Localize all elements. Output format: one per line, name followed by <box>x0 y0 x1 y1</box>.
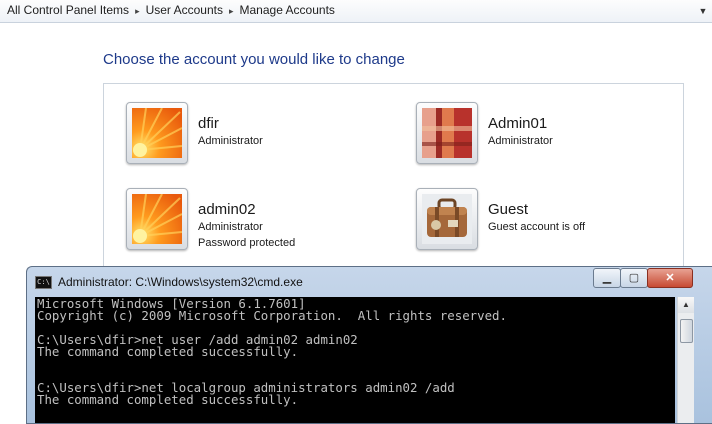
account-name: Admin01 <box>488 115 548 132</box>
accounts-panel: dfir Administrator Admin01 Administrator <box>103 83 684 285</box>
account-name: dfir <box>198 115 219 132</box>
red-fabric-icon <box>422 108 472 158</box>
account-admin01[interactable]: Admin01 Administrator <box>416 102 686 164</box>
account-dfir[interactable]: dfir Administrator <box>126 102 396 164</box>
console-output[interactable]: Microsoft Windows [Version 6.1.7601] Cop… <box>35 297 675 423</box>
orange-flower-icon <box>132 108 182 158</box>
chevron-right-icon[interactable]: ▸ <box>135 6 140 16</box>
console-text: Microsoft Windows [Version 6.1.7601] Cop… <box>37 297 507 407</box>
account-status: Guest account is off <box>488 221 586 233</box>
account-type: Administrator <box>198 135 263 147</box>
page-title: Choose the account you would like to cha… <box>103 51 405 68</box>
breadcrumb-item-control-panel[interactable]: All Control Panel Items <box>7 3 129 17</box>
address-bar[interactable]: All Control Panel Items ▸ User Accounts ▸ Ma… <box>0 0 712 23</box>
account-name: admin02 <box>198 201 256 218</box>
orange-flower-icon <box>132 194 182 244</box>
account-guest[interactable]: Guest Guest account is off <box>416 188 686 250</box>
cmd-window[interactable]: C:\ Administrator: C:\Windows\system32\c… <box>26 266 712 424</box>
minimize-button[interactable]: ▁ <box>593 268 621 288</box>
account-picture-frame <box>416 102 478 164</box>
vertical-scrollbar[interactable]: ▲ <box>677 297 694 423</box>
account-picture-frame <box>416 188 478 250</box>
suitcase-icon <box>422 194 472 244</box>
breadcrumb: All Control Panel Items ▸ User Accounts ▸ Ma… <box>7 3 335 17</box>
cmd-window-title: Administrator: C:\Windows\system32\cmd.e… <box>58 275 303 289</box>
account-type: Administrator <box>198 221 263 233</box>
cmd-window-icon[interactable]: C:\ <box>35 276 52 289</box>
account-name: Guest <box>488 201 529 218</box>
account-admin02[interactable]: admin02 Administrator Password protected <box>126 188 396 250</box>
account-status: Password protected <box>198 237 296 249</box>
chevron-right-icon[interactable]: ▸ <box>229 6 234 16</box>
history-dropdown-icon[interactable]: ▼ <box>694 0 712 22</box>
close-button[interactable]: ✕ <box>647 268 693 288</box>
account-type: Administrator <box>488 135 553 147</box>
breadcrumb-item-manage-accounts[interactable]: Manage Accounts <box>240 3 335 17</box>
breadcrumb-item-user-accounts[interactable]: User Accounts <box>146 3 223 17</box>
maximize-button[interactable]: ▢ <box>620 268 648 288</box>
scroll-up-icon[interactable]: ▲ <box>678 297 694 313</box>
account-picture-frame <box>126 188 188 250</box>
account-picture-frame <box>126 102 188 164</box>
scrollbar-thumb[interactable] <box>680 319 693 343</box>
